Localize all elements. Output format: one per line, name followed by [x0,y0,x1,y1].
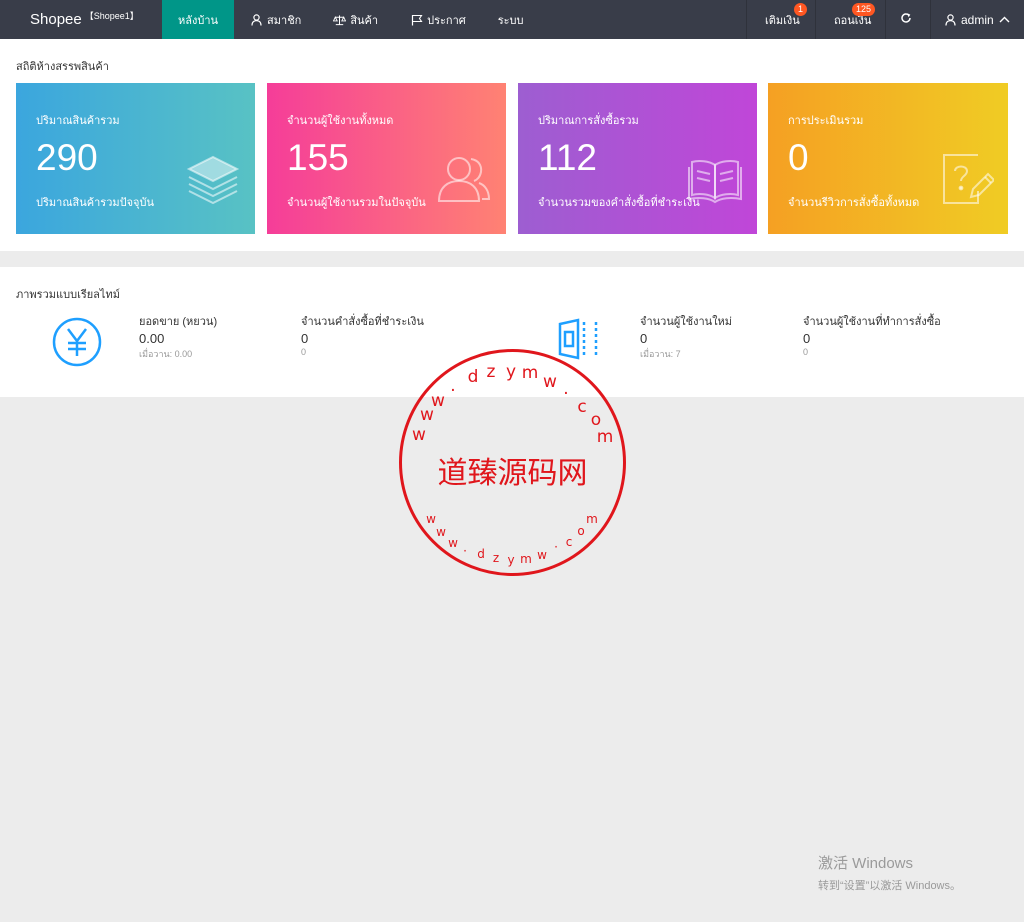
stats-panel: สถิติห้างสรรพสินค้า ปริมาณสินค้ารวม 290 … [0,39,1024,251]
nav-item-label: สมาชิก [267,14,302,27]
rt-value: 0 [803,331,811,346]
rt-sub: เมื่อวาน: 7 [640,349,681,359]
svg-text:w: w [431,391,445,411]
rt-ordering-users: จำนวนผู้ใช้งานที่ทำการสั่งซื้อ 0 0 [803,312,941,357]
rt-label: จำนวนผู้ใช้งานที่ทำการสั่งซื้อ [803,316,941,328]
rt-new-users: จำนวนผู้ใช้งานใหม่ 0 เมื่อวาน: 7 [640,312,732,361]
card-title: การประเมินรวม [788,115,864,127]
navbar-right: เติมเงิน 1 ถอนเงิน 125 admin [746,0,1024,39]
scale-icon [333,13,347,26]
withdraw-badge: 125 [852,3,876,16]
stat-card-users: จำนวนผู้ใช้งานทั้งหมด 155 จำนวนผู้ใช้งาน… [267,83,506,234]
card-title: ปริมาณสินค้ารวม [36,115,120,127]
svg-text:w: w [537,548,547,562]
svg-text:c: c [577,397,586,417]
card-title: ปริมาณการสั่งซื้อรวม [538,115,639,127]
svg-text:w: w [436,525,446,539]
svg-text:w: w [426,512,436,526]
stats-title: สถิติห้างสรรพสินค้า [16,61,109,73]
rt-label: ยอดขาย (หยวน) [139,316,218,328]
svg-text:·: · [554,540,558,554]
windows-activation-notice: 激活 Windows 转到“设置”以激活 Windows。 [818,852,961,893]
rt-value: 0.00 [139,331,165,346]
activation-line1: 激活 Windows [818,855,914,872]
top-navbar: Shopee 【Shopee1】 หลังบ้าน สมาชิก สินค้า … [0,0,1024,39]
svg-text:m: m [520,552,532,566]
watermark-center-text: 道臻源码网 [438,456,588,491]
svg-text:w: w [412,425,426,445]
yuan-icon [51,316,103,368]
svg-text:z: z [493,551,499,565]
svg-text:m: m [522,363,539,383]
brand-logo[interactable]: Shopee 【Shopee1】 [0,0,162,39]
card-value: 155 [287,137,349,178]
card-value: 290 [36,137,98,178]
card-desc: จำนวนรวมของคำสั่งซื้อที่ชำระเงิน [538,197,700,209]
withdraw-button[interactable]: ถอนเงิน 125 [815,0,885,39]
svg-text:d: d [477,547,485,561]
svg-text:m: m [597,427,614,447]
nav-item-label: หลังบ้าน [178,14,219,27]
realtime-title: ภาพรวมแบบเรียลไทม์ [16,289,120,301]
nav-item-announcements[interactable]: ประกาศ [394,0,482,39]
rt-value: 0 [640,331,648,346]
svg-text:o: o [577,524,584,538]
svg-text:c: c [566,535,573,549]
user-menu[interactable]: admin [930,0,1024,39]
nav-item-products[interactable]: สินค้า [317,0,394,39]
refresh-button[interactable] [885,0,930,39]
nav-item-home[interactable]: หลังบ้าน [162,0,235,39]
card-desc: จำนวนรีวิวการสั่งซื้อทั้งหมด [788,197,920,209]
rt-sales: ยอดขาย (หยวน) 0.00 เมื่อวาน: 0.00 [139,312,217,361]
svg-text:w: w [543,372,557,392]
user-name: admin [961,12,994,27]
main-nav: หลังบ้าน สมาชิก สินค้า ประกาศ ระบบ [162,0,540,39]
svg-text:w: w [448,536,458,550]
svg-text:d: d [468,367,479,387]
brand-name: Shopee [30,11,82,28]
stat-card-products: ปริมาณสินค้ารวม 290 ปริมาณสินค้ารวมปัจจุ… [16,83,255,234]
nav-item-system[interactable]: ระบบ [482,0,540,39]
card-value: 0 [788,137,809,178]
svg-text:z: z [487,362,496,382]
chevron-up-icon [999,16,1010,23]
user-icon [945,13,958,26]
nav-item-label: ประกาศ [427,14,466,27]
layers-icon [185,151,241,207]
svg-text:y: y [506,362,516,382]
card-desc: จำนวนผู้ใช้งานรวมในปัจจุบัน [287,197,426,209]
stat-card-reviews: การประเมินรวม 0 จำนวนรีวิวการสั่งซื้อทั้… [768,83,1008,234]
svg-text:m: m [586,512,598,526]
svg-text:y: y [507,553,514,567]
rt-sub: เมื่อวาน: 0.00 [139,349,193,359]
card-value: 112 [538,137,597,178]
watermark-stamp: 道臻源码网 w w w · d z y m w · c o m w w w · … [397,347,628,578]
rt-value: 0 [301,331,309,346]
nav-item-label: ระบบ [497,14,524,27]
card-title: จำนวนผู้ใช้งานทั้งหมด [287,115,394,127]
rt-label: จำนวนผู้ใช้งานใหม่ [640,316,733,328]
deposit-badge: 1 [794,3,808,16]
flag-icon [410,13,423,26]
deposit-button[interactable]: เติมเงิน 1 [746,0,815,39]
rt-label: จำนวนคำสั่งซื้อที่ชำระเงิน [301,316,424,328]
svg-text:·: · [563,384,568,404]
rt-sub: 0 [803,347,809,357]
svg-text:·: · [450,381,455,401]
svg-text:·: · [463,544,467,558]
brand-tag: 【Shopee1】 [84,11,139,21]
activation-line2: 转到“设置”以激活 Windows。 [818,880,962,892]
refresh-icon [900,12,912,27]
edit-question-icon [938,151,996,207]
book-icon [687,151,743,207]
card-desc: ปริมาณสินค้ารวมปัจจุบัน [36,197,155,209]
users-icon [436,151,492,207]
nav-item-label: สินค้า [350,14,379,27]
user-icon [250,13,263,26]
nav-item-members[interactable]: สมาชิก [234,0,317,39]
stat-card-orders: ปริมาณการสั่งซื้อรวม 112 จำนวนรวมของคำสั… [518,83,757,234]
